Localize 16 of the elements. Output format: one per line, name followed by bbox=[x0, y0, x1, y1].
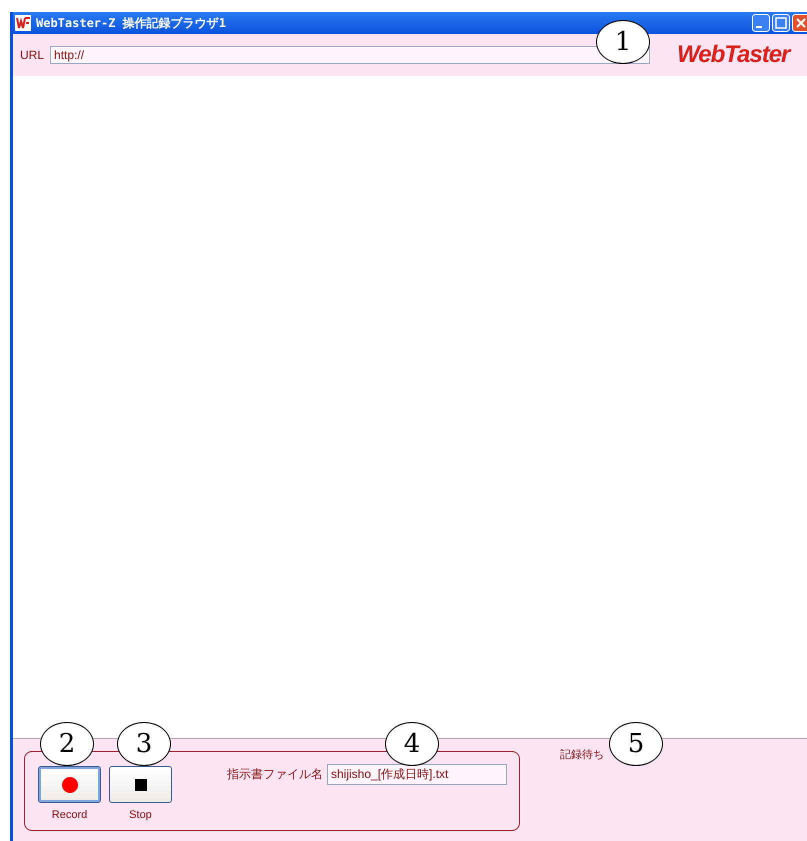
file-name-field[interactable]: shijisho_[作成日時].txt bbox=[327, 764, 507, 785]
url-label: URL bbox=[20, 48, 44, 62]
minimize-icon[interactable] bbox=[752, 14, 770, 32]
close-icon[interactable] bbox=[792, 14, 807, 32]
stop-icon bbox=[134, 778, 146, 790]
record-button[interactable] bbox=[38, 766, 101, 803]
app-icon bbox=[15, 15, 31, 31]
logo: WebTaster bbox=[677, 41, 790, 69]
maximize-icon[interactable] bbox=[772, 14, 790, 32]
record-icon bbox=[62, 776, 78, 792]
status-text: 記録待ち bbox=[560, 748, 604, 762]
window-title: WebTaster-Z 操作記録ブラウザ1 bbox=[36, 14, 227, 32]
button-caption: Record bbox=[52, 809, 88, 821]
stop-button[interactable] bbox=[109, 766, 172, 803]
file-name-label: 指示書ファイル名 bbox=[227, 766, 323, 783]
button-caption: Stop bbox=[129, 809, 152, 821]
